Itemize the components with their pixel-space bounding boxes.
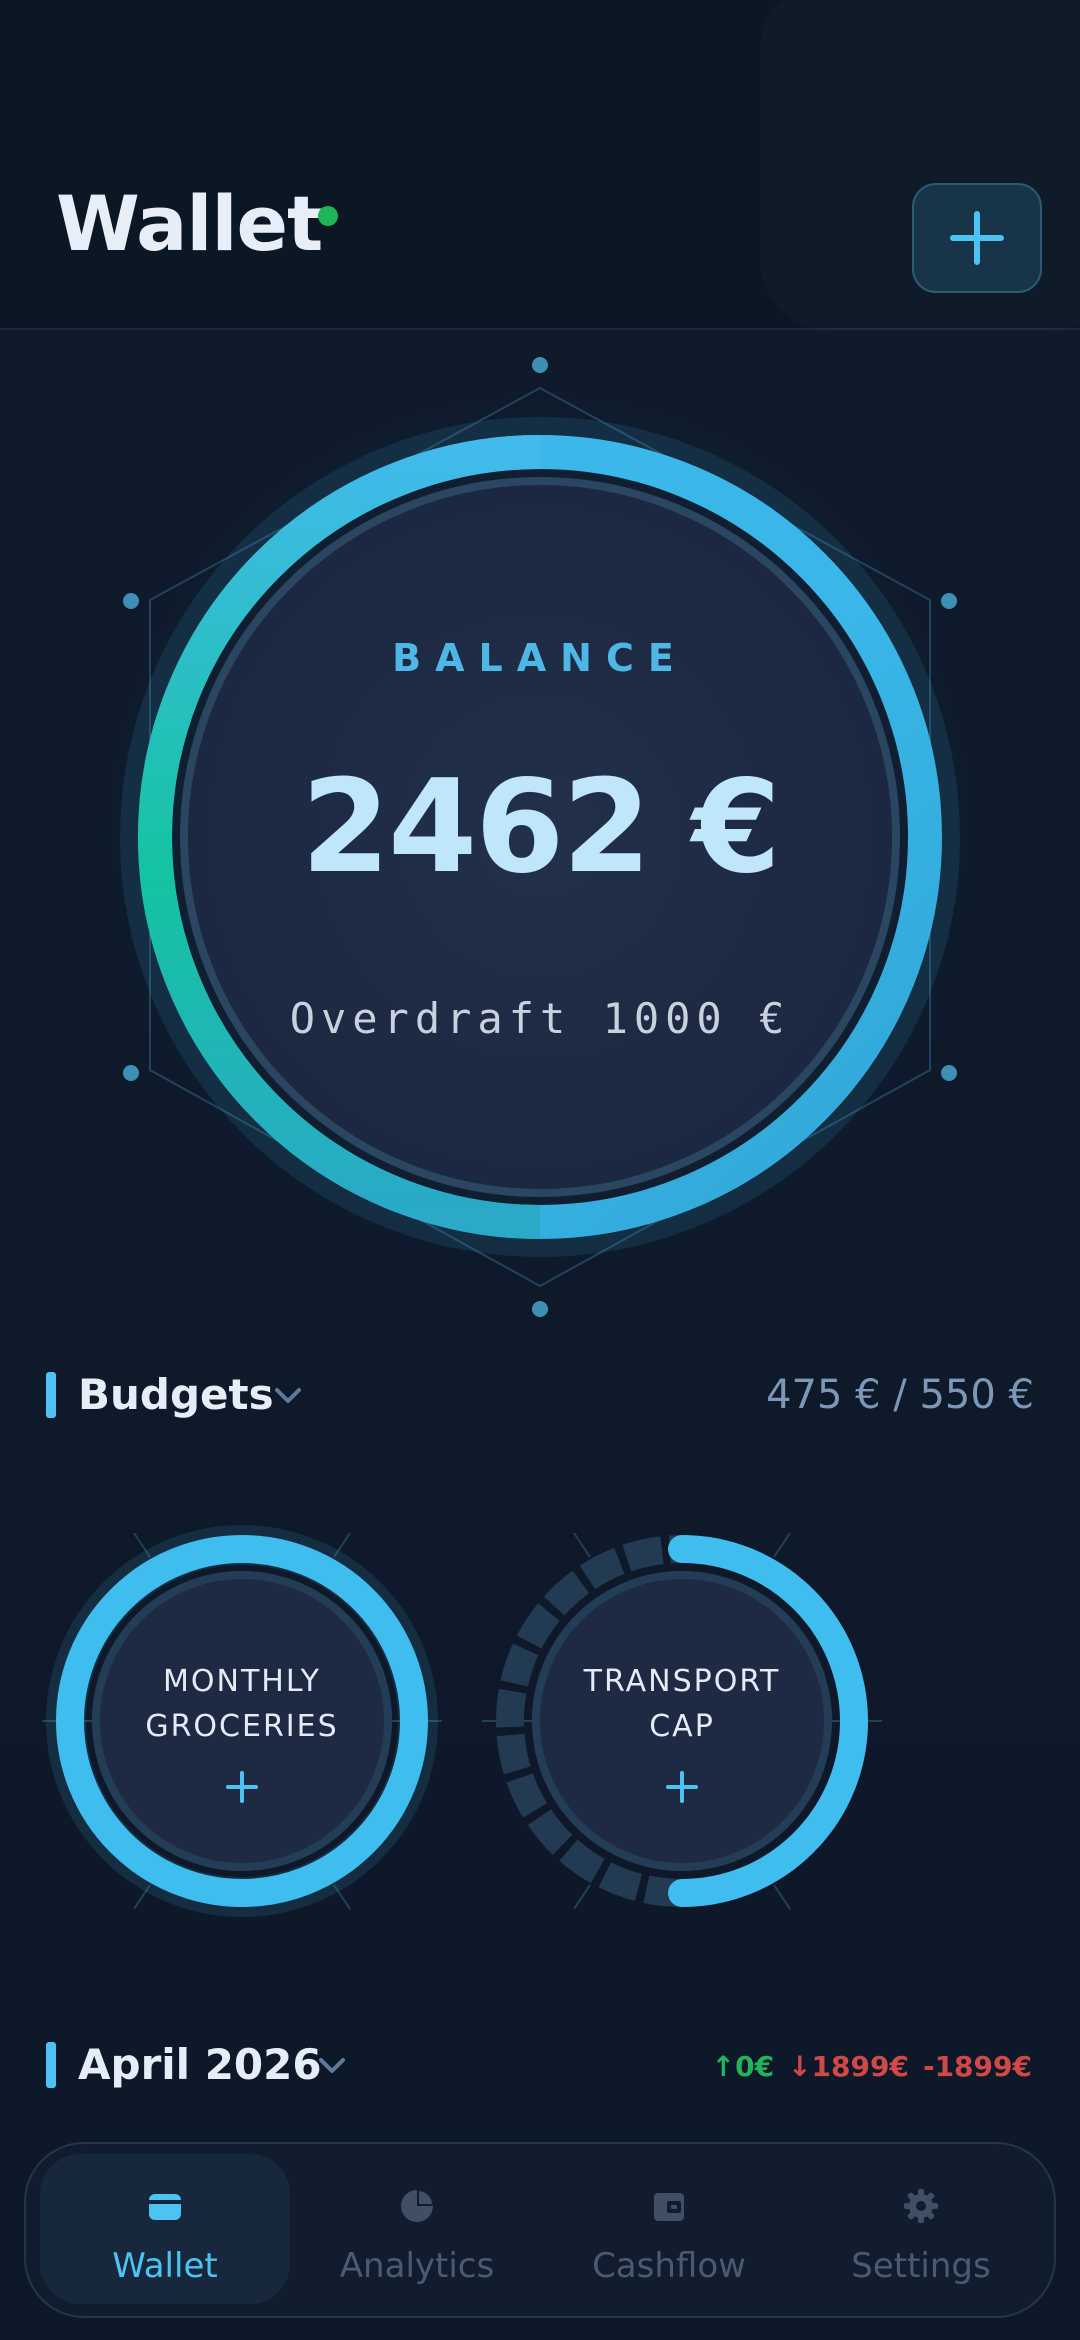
- nav-label: Cashflow: [592, 2246, 746, 2286]
- app-header: Wallet: [0, 0, 1080, 330]
- budget-name-line: TRANSPORT: [583, 1664, 781, 1699]
- budget-name-line: MONTHLY: [163, 1664, 321, 1699]
- nav-item-cashflow[interactable]: Cashflow: [544, 2154, 794, 2304]
- period-expense: ↓1899€: [788, 2050, 909, 2083]
- budget-name: MONTHLY GROCERIES: [42, 1659, 442, 1749]
- add-transaction-button[interactable]: [912, 183, 1042, 293]
- section-accent-bar: [46, 2042, 56, 2088]
- nav-label: Wallet: [112, 2246, 218, 2286]
- plus-icon[interactable]: [662, 1767, 702, 1807]
- period-net: -1899€: [922, 2050, 1032, 2083]
- nav-label: Analytics: [339, 2246, 495, 2286]
- nav-item-wallet[interactable]: Wallet: [40, 2154, 290, 2304]
- budget-name-line: CAP: [649, 1709, 715, 1744]
- wallet-screen: Wallet BALANCE 2462 € Overdraft 1000 € B…: [0, 0, 1080, 2340]
- nav-label: Settings: [851, 2246, 991, 2286]
- chevron-down-icon[interactable]: [272, 1384, 304, 1408]
- gear-icon: [904, 2189, 938, 2223]
- cashflow-icon: [654, 2193, 684, 2221]
- period-section-header[interactable]: April 2026 ↑0€ ↓1899€ -1899€: [0, 2036, 1080, 2096]
- section-accent-bar: [46, 1372, 56, 1418]
- period-income: ↑0€: [711, 2050, 775, 2083]
- budgets-total: 475 € / 550 €: [766, 1372, 1034, 1418]
- wallet-icon: [149, 2194, 181, 2220]
- online-status-dot: [318, 206, 338, 226]
- budget-name-line: GROCERIES: [145, 1709, 339, 1744]
- budget-ring-transport-cap[interactable]: TRANSPORT CAP: [482, 1521, 882, 1921]
- budgets-title: Budgets: [78, 1370, 274, 1419]
- overdraft-limit: Overdraft 1000 €: [289, 994, 791, 1043]
- budgets-section-header[interactable]: Budgets 475 € / 550 €: [0, 1366, 1080, 1426]
- period-cashflow-summary: ↑0€ ↓1899€ -1899€: [712, 2050, 1032, 2083]
- bottom-navigation: Wallet Analytics Cashflow Settings: [24, 2142, 1056, 2318]
- budget-ring-monthly-groceries[interactable]: MONTHLY GROCERIES: [42, 1521, 442, 1921]
- nav-item-analytics[interactable]: Analytics: [292, 2154, 542, 2304]
- plus-icon[interactable]: [222, 1767, 262, 1807]
- pie-chart-icon: [401, 2190, 433, 2222]
- balance-label: BALANCE: [392, 636, 688, 680]
- plus-icon: [950, 211, 1004, 265]
- nav-item-settings[interactable]: Settings: [796, 2154, 1046, 2304]
- period-title: April 2026: [78, 2040, 322, 2089]
- chevron-down-icon[interactable]: [316, 2054, 348, 2078]
- balance-amount: 2462 €: [301, 753, 781, 902]
- budget-name: TRANSPORT CAP: [482, 1659, 882, 1749]
- page-title: Wallet: [56, 179, 323, 268]
